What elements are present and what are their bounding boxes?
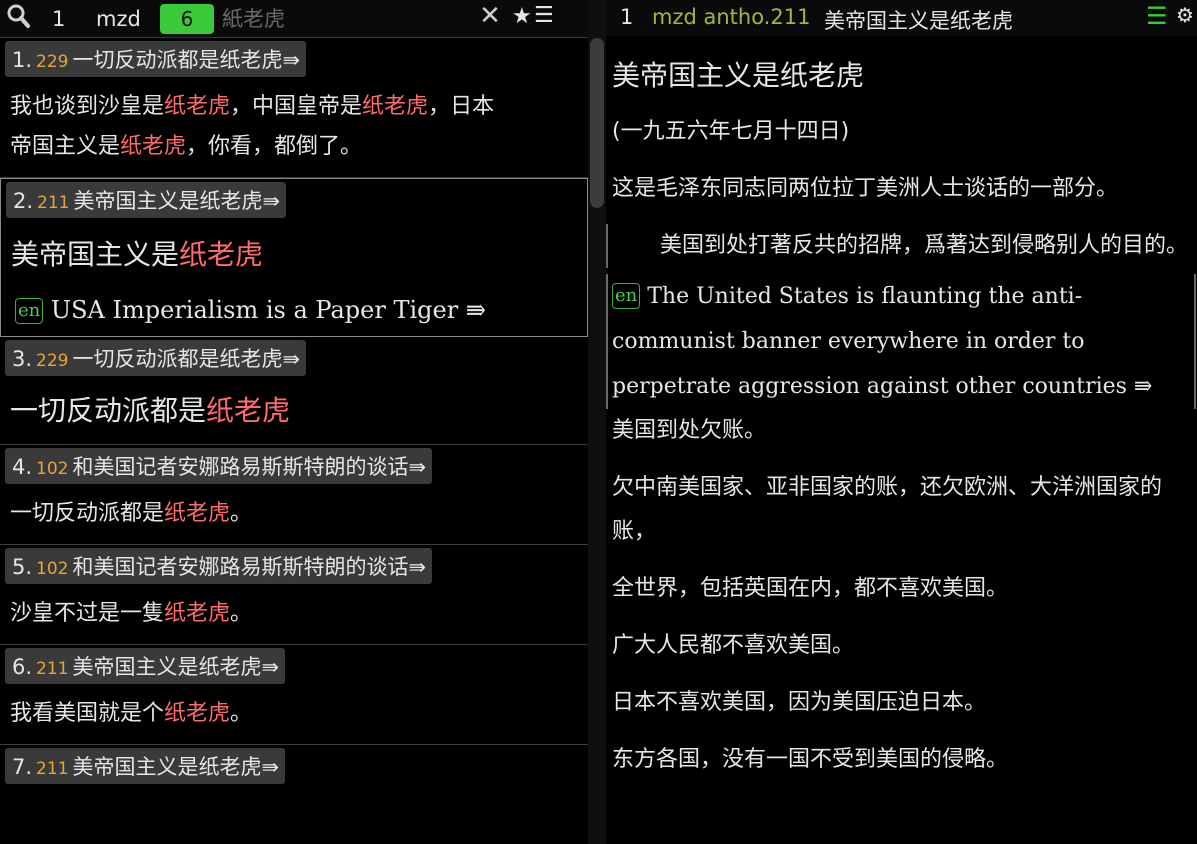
- result-number: 6.: [12, 655, 33, 679]
- result-title: 美帝国主义是纸老虎⇛: [73, 189, 281, 213]
- match-highlight: 纸老虎: [164, 94, 231, 119]
- result-item[interactable]: 6. 211 美帝国主义是纸老虎⇛ 我看美国就是个纸老虎。: [0, 645, 588, 745]
- search-toolbar: 1 mzd 6 ✕ ★ ☰: [0, 0, 588, 38]
- paragraph: 欠中南美国家、亚非国家的账，还欠欧洲、大洋洲国家的账，: [612, 475, 1163, 544]
- snippet-text: 美帝国主义是: [11, 238, 180, 271]
- result-tag[interactable]: 4. 102 和美国记者安娜路易斯斯特朗的谈话⇛: [5, 448, 433, 484]
- result-snippet: 沙皇不过是一隻纸老虎。: [10, 592, 588, 636]
- search-input[interactable]: [222, 4, 474, 34]
- snippet-text: 我看美国就是个: [10, 701, 165, 726]
- results-list: 1. 229 一切反动派都是纸老虎⇛ 我也谈到沙皇是纸老虎，中国皇帝是纸老虎，日本 …: [0, 38, 588, 792]
- match-highlight: 纸老虎: [164, 701, 231, 726]
- collection-label[interactable]: mzd: [96, 7, 141, 31]
- star-icon[interactable]: ★: [512, 4, 532, 29]
- snippet-text: 我也谈到沙皇是: [10, 94, 165, 119]
- document-date: (一九五六年七月十四日): [612, 119, 850, 144]
- document-panel: 1 mzd antho.211 美帝国主义是纸老虎 ☰ ⚙ 美帝国主义是纸老虎 …: [606, 0, 1197, 844]
- result-code: 211: [37, 193, 70, 213]
- result-item[interactable]: 1. 229 一切反动派都是纸老虎⇛ 我也谈到沙皇是纸老虎，中国皇帝是纸老虎，日本 …: [0, 38, 588, 178]
- en-badge[interactable]: en: [612, 283, 641, 309]
- search-results-panel: 1 mzd 6 ✕ ★ ☰ 1.229一切反动派都是纸老虎⇛ 我也谈到沙皇是纸老…: [0, 0, 588, 844]
- result-title: 和美国记者安娜路易斯斯特朗的谈话⇛: [72, 455, 427, 479]
- search-icon[interactable]: [6, 3, 32, 29]
- result-title: 和美国记者安娜路易斯斯特朗的谈话⇛: [72, 555, 427, 579]
- hit-count-badge: 6: [160, 4, 214, 34]
- snippet-text: 。: [230, 601, 253, 626]
- result-item[interactable]: 4. 102 和美国记者安娜路易斯斯特朗的谈话⇛ 一切反动派都是纸老虎。: [0, 445, 588, 545]
- result-title: 一切反动派都是纸老虎⇛: [72, 48, 301, 72]
- result-tag[interactable]: 1. 229 一切反动派都是纸老虎⇛: [5, 41, 307, 77]
- result-title: 美帝国主义是纸老虎⇛: [72, 755, 280, 779]
- snippet-text: ，中国皇帝是: [230, 94, 363, 119]
- snippet-text: 帝国主义是: [10, 134, 121, 159]
- match-highlight: 纸老虎: [164, 601, 231, 626]
- snippet-text: ，你看，都倒了。: [186, 134, 363, 159]
- result-tag[interactable]: 5. 102 和美国记者安娜路易斯斯特朗的谈话⇛: [5, 548, 433, 584]
- match-highlight: 纸老虎: [362, 94, 429, 119]
- en-badge[interactable]: en: [15, 298, 44, 324]
- snippet-text: 。: [230, 501, 253, 526]
- result-item[interactable]: 5. 102 和美国记者安娜路易斯斯特朗的谈话⇛ 沙皇不过是一隻纸老虎。: [0, 545, 588, 645]
- result-snippet: 帝国主义是纸老虎，你看，都倒了。: [10, 125, 588, 169]
- result-tag[interactable]: 2. 211 美帝国主义是纸老虎⇛: [6, 182, 287, 218]
- document-intro: 这是毛泽东同志同两位拉丁美洲人士谈话的一部分。: [612, 176, 1119, 201]
- result-heading: 一切反动派都是纸老虎: [10, 386, 588, 436]
- snippet-text: ，日本: [428, 94, 495, 119]
- match-highlight: 纸老虎: [120, 134, 187, 159]
- translation-block: en The United States is flaunting the an…: [606, 274, 1196, 409]
- result-item[interactable]: 7. 211 美帝国主义是纸老虎⇛: [0, 745, 588, 792]
- snippet-text: 一切反动派都是: [10, 394, 207, 427]
- match-highlight: 纸老虎: [206, 394, 291, 427]
- result-tag[interactable]: 7. 211 美帝国主义是纸老虎⇛: [5, 748, 286, 784]
- result-code: 102: [36, 459, 69, 479]
- snippet-text: 沙皇不过是一隻: [10, 601, 165, 626]
- snippet-text: 一切反动派都是: [10, 501, 165, 526]
- result-number: 7.: [12, 755, 33, 779]
- result-code: 211: [36, 759, 69, 779]
- result-item[interactable]: 3. 229 一切反动派都是纸老虎⇛ 一切反动派都是纸老虎: [0, 337, 588, 445]
- result-number: 4.: [12, 455, 33, 479]
- result-tag[interactable]: 3. 229 一切反动派都是纸老虎⇛: [5, 340, 307, 376]
- paragraph: 美国到处欠账。: [612, 418, 767, 443]
- translation-text[interactable]: The United States is flaunting the anti-…: [612, 284, 1152, 399]
- match-highlight: 纸老虎: [179, 238, 264, 271]
- result-number: 5.: [12, 555, 33, 579]
- result-number: 2.: [13, 189, 34, 213]
- document-heading: 美帝国主义是纸老虎: [612, 59, 865, 92]
- result-snippet: 我也谈到沙皇是纸老虎，中国皇帝是纸老虎，日本: [10, 85, 588, 129]
- translation-line: en USA Imperialism is a Paper Tiger ⇛: [15, 292, 587, 328]
- gear-icon[interactable]: ⚙: [1176, 3, 1194, 27]
- result-snippet: 我看美国就是个纸老虎。: [10, 692, 588, 736]
- result-code: 229: [36, 52, 69, 72]
- menu-icon[interactable]: ☰: [534, 3, 554, 28]
- panel-number: 1: [620, 5, 634, 29]
- result-number: 3.: [12, 347, 33, 371]
- match-highlight: 纸老虎: [164, 501, 231, 526]
- menu-icon[interactable]: ☰: [1146, 2, 1168, 30]
- result-heading: 美帝国主义是纸老虎: [11, 230, 587, 280]
- result-item-selected[interactable]: 2. 211 美帝国主义是纸老虎⇛ 美帝国主义是纸老虎 en USA Imperia…: [0, 178, 588, 337]
- paragraph: 东方各国，没有一国不受到美国的侵略。: [612, 747, 1009, 772]
- document-body: 美帝国主义是纸老虎 (一九五六年七月十四日) 这是毛泽东同志同两位拉丁美洲人士谈…: [606, 36, 1196, 795]
- snippet-text: 。: [230, 701, 253, 726]
- translation-text[interactable]: USA Imperialism is a Paper Tiger ⇛: [51, 296, 486, 324]
- result-number: 1.: [12, 48, 33, 72]
- paragraph: 日本不喜欢美国，因为美国压迫日本。: [612, 690, 987, 715]
- scrollbar-thumb[interactable]: [590, 38, 604, 208]
- result-code: 229: [36, 351, 69, 371]
- document-toolbar: 1 mzd antho.211 美帝国主义是纸老虎 ☰ ⚙: [606, 0, 1197, 36]
- document-title: 美帝国主义是纸老虎: [824, 9, 1013, 33]
- document-reference[interactable]: mzd antho.211: [652, 5, 810, 29]
- paragraph: 全世界，包括英国在内，都不喜欢美国。: [612, 576, 1009, 601]
- result-tag[interactable]: 6. 211 美帝国主义是纸老虎⇛: [5, 648, 286, 684]
- result-code: 102: [36, 559, 69, 579]
- clear-search-button[interactable]: ✕: [476, 1, 504, 31]
- result-snippet: 一切反动派都是纸老虎。: [10, 492, 588, 536]
- result-title: 一切反动派都是纸老虎⇛: [72, 347, 301, 371]
- result-title: 美帝国主义是纸老虎⇛: [72, 655, 280, 679]
- panel-number: 1: [52, 7, 66, 31]
- result-code: 211: [36, 659, 69, 679]
- paragraph-selected[interactable]: 美国到处打著反共的招牌，爲著达到侵略别人的目的。: [606, 224, 1192, 268]
- paragraph: 广大人民都不喜欢美国。: [612, 633, 855, 658]
